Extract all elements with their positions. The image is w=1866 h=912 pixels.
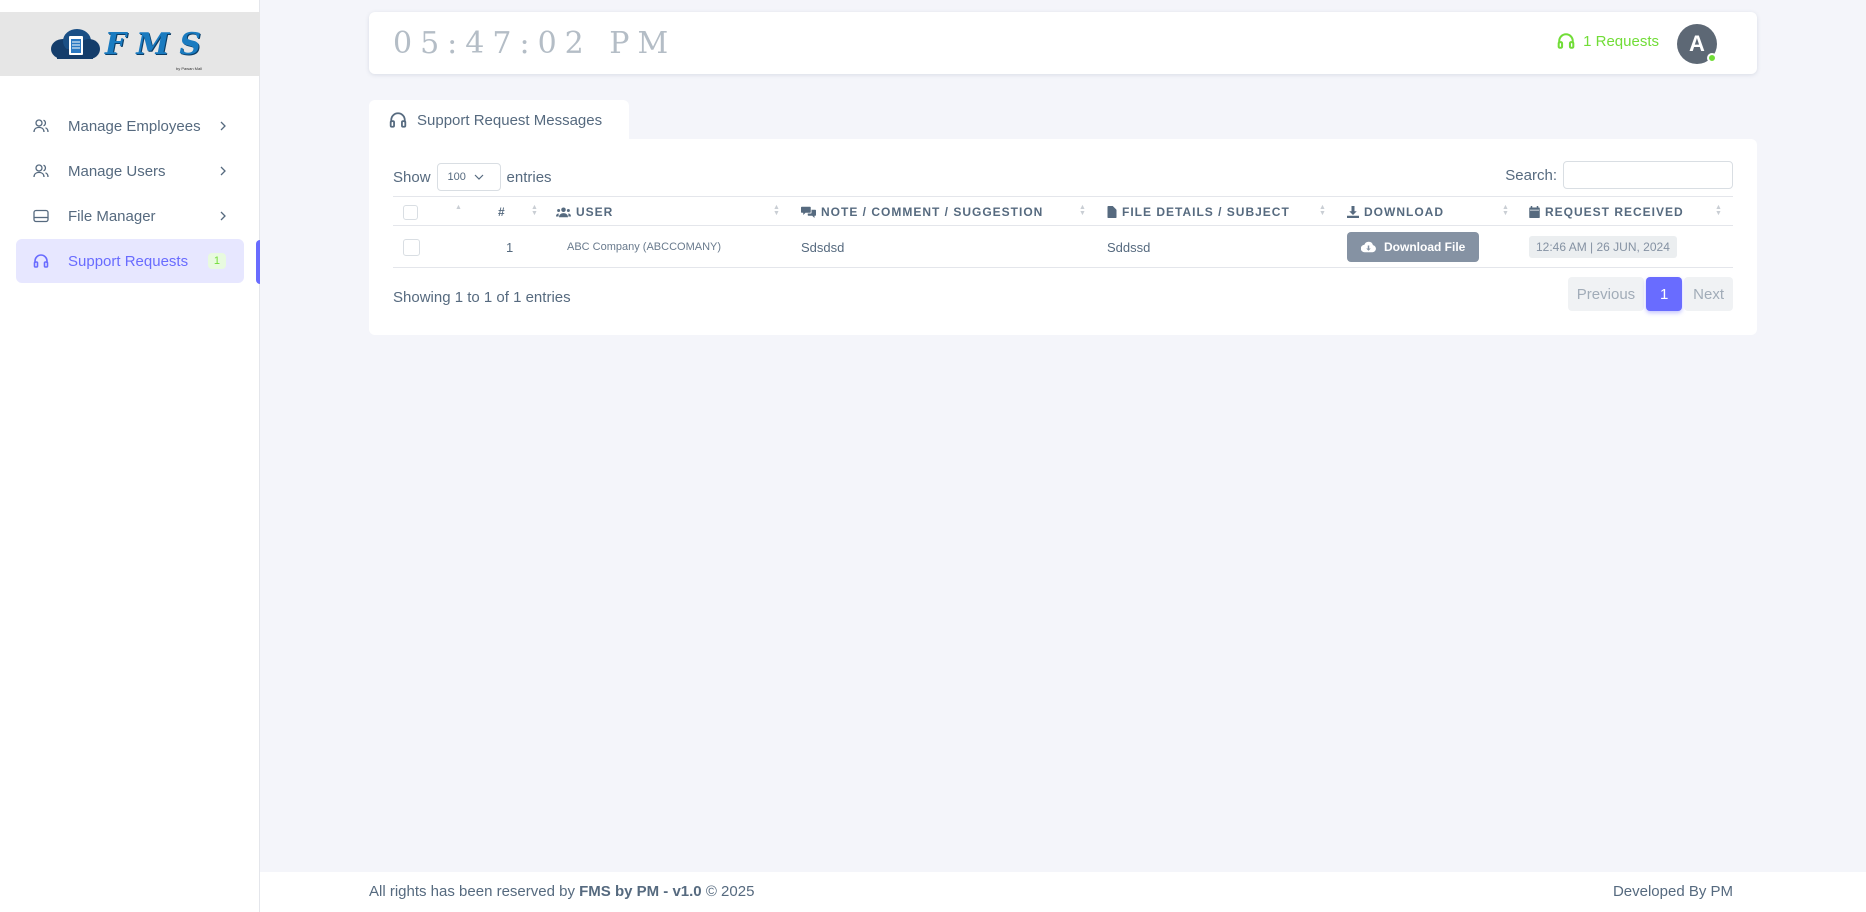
sidebar-item-manage-users[interactable]: Manage Users (16, 149, 244, 193)
column-label: # (498, 205, 506, 219)
row-file: Sddssd (1107, 239, 1151, 255)
sidebar-item-file-manager[interactable]: File Manager (16, 194, 244, 238)
select-all-header (403, 197, 418, 227)
count-badge: 1 (207, 253, 226, 269)
sidebar-item-label: Manage Users (68, 162, 166, 180)
sort-icon: ▲ ▼ (773, 204, 780, 217)
row-select (403, 226, 420, 268)
brand-logo[interactable]: FMS (49, 27, 211, 62)
pagination-page-1[interactable]: 1 (1646, 277, 1683, 311)
column-label: Note / Comment / Suggestion (821, 205, 1044, 219)
column-header-file[interactable]: File Details / Subject (1107, 197, 1290, 227)
users-group-icon (556, 207, 571, 218)
entries-select[interactable]: 100 (436, 163, 501, 191)
headset-icon (1557, 33, 1575, 49)
search-label: Search: (1505, 166, 1557, 184)
table-search: Search: (1505, 161, 1733, 189)
cloud-document-icon (50, 29, 100, 59)
entries-select-value: 100 (447, 171, 466, 183)
copyright-prefix: All rights has been reserved by (369, 883, 575, 900)
row-received: 12:46 AM | 26 JUN, 2024 (1529, 226, 1677, 268)
live-clock: 05:47:02 PM (393, 26, 677, 61)
sidebar-item-label: Support Requests (68, 252, 189, 270)
table-header: ▲ # ▲ ▼ User ▲ ▼ Note / Comment / Suggesti… (393, 196, 1733, 226)
column-label: File Details / Subject (1122, 205, 1290, 219)
cloud-download-icon (1361, 241, 1376, 253)
sidebar-item-support-requests[interactable]: Support Requests 1 (16, 239, 244, 283)
developer-credit: Developed By PM (1612, 883, 1733, 900)
sidebar-item-label: File Manager (68, 207, 156, 225)
copyright-suffix: © 2025 (705, 883, 755, 900)
sidebar-item-label: Manage Employees (68, 117, 201, 135)
row-number: 1 (506, 239, 514, 255)
sort-icon: ▲ ▼ (1502, 204, 1509, 217)
headset-icon (389, 112, 407, 128)
column-header-user[interactable]: User (556, 197, 613, 227)
sidebar: FMS by Pawan Mall Manage Employees Manag… (0, 0, 260, 912)
top-navbar: 05:47:02 PM 1 Requests A (369, 12, 1757, 74)
show-label: Show (393, 168, 431, 186)
column-header-note[interactable]: Note / Comment / Suggestion (801, 197, 1043, 227)
logo-tagline: by Pawan Mall (175, 66, 202, 71)
tab-support-request-messages[interactable]: Support Request Messages (369, 100, 629, 140)
footer-brand: FMS by PM - v1.0 (579, 883, 702, 900)
column-label: Download (1364, 205, 1444, 219)
headset-icon (32, 252, 50, 270)
table-info: Showing 1 to 1 of 1 entries (393, 289, 571, 306)
row-checkbox[interactable] (403, 238, 420, 256)
column-header-download[interactable]: Download (1347, 197, 1444, 227)
sort-icon[interactable]: ▲ (455, 204, 462, 211)
row-download: Download File (1347, 226, 1480, 268)
column-header-num[interactable]: # (498, 197, 506, 227)
select-all-checkbox[interactable] (403, 204, 418, 220)
sort-icon: ▲ ▼ (531, 204, 538, 217)
footer: All rights has been reserved by FMS by P… (260, 872, 1866, 912)
table-row: 1 ABC Company (ABCCOMANY) Sdsdsd Sddssd … (393, 226, 1733, 268)
entries-length-control: Show 100 entries (393, 163, 552, 191)
row-user: ABC Company (ABCCOMANY) (567, 241, 722, 253)
chevron-right-icon (220, 121, 226, 131)
requests-link[interactable]: 1 Requests (1557, 32, 1659, 50)
online-status-dot (1707, 53, 1717, 63)
tab-label: Support Request Messages (417, 111, 603, 129)
pagination-previous[interactable]: Previous (1567, 277, 1645, 311)
chevron-right-icon (220, 166, 226, 176)
logo-area[interactable]: FMS by Pawan Mall (0, 12, 260, 76)
download-icon (1347, 206, 1359, 218)
users-icon (32, 162, 50, 180)
received-date-badge: 12:46 AM | 26 JUN, 2024 (1529, 236, 1677, 258)
users-icon (32, 117, 50, 135)
search-input[interactable] (1563, 161, 1733, 189)
entries-label: entries (506, 168, 552, 186)
sidebar-menu: Manage Employees Manage Users File Manag… (16, 104, 244, 284)
chevron-right-icon (220, 211, 226, 221)
sort-icon: ▲ ▼ (1715, 204, 1722, 217)
column-label: Request Received (1545, 205, 1684, 219)
pagination-next[interactable]: Next (1684, 277, 1733, 311)
file-icon (1107, 206, 1117, 218)
download-file-button[interactable]: Download File (1347, 232, 1480, 262)
pagination: Previous 1 Next (1567, 277, 1733, 311)
avatar[interactable]: A (1677, 24, 1717, 64)
support-requests-card: Show 100 entries Search: ▲ # ▲ ▼ User ▲ ▼ … (369, 139, 1757, 335)
chevron-down-icon (474, 174, 484, 180)
logo-letters: FMS (104, 26, 212, 62)
download-file-label: Download File (1384, 240, 1466, 254)
row-note: Sdsdsd (801, 239, 845, 255)
sort-icon: ▲ ▼ (1079, 204, 1086, 217)
copyright-text: All rights has been reserved by FMS by P… (369, 883, 754, 900)
avatar-initial: A (1689, 31, 1705, 56)
column-label: User (576, 205, 614, 219)
drive-icon (32, 207, 50, 225)
column-header-received[interactable]: Request Received (1529, 197, 1684, 227)
comments-icon (801, 206, 816, 218)
sidebar-item-manage-employees[interactable]: Manage Employees (16, 104, 244, 148)
requests-count-label: 1 Requests (1583, 32, 1659, 50)
calendar-icon (1529, 206, 1540, 218)
active-indicator (256, 240, 260, 284)
sort-icon: ▲ ▼ (1319, 204, 1326, 217)
